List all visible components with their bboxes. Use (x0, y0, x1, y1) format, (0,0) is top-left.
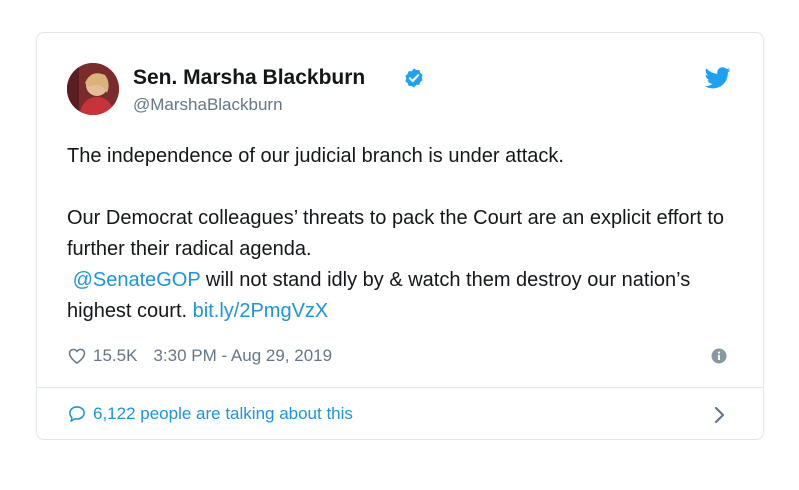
tweet-meta: 15.5K 3:30 PM - Aug 29, 2019 (67, 344, 332, 368)
tweet-line-1: The independence of our judicial branch … (67, 145, 564, 167)
timestamp[interactable]: 3:30 PM - Aug 29, 2019 (153, 346, 332, 366)
tweet-line-3: @SenateGOP will not stand idly by & watc… (67, 265, 737, 327)
author-avatar[interactable] (67, 63, 119, 115)
embedded-tweet-card[interactable]: Sen. Marsha Blackburn @MarshaBlackburn T… (36, 32, 764, 440)
verified-badge-icon (405, 68, 423, 88)
talking-count-text: 6,122 people are talking about this (93, 404, 353, 423)
speech-bubble-icon (69, 406, 85, 422)
author-name[interactable]: Sen. Marsha Blackburn (133, 66, 365, 90)
heart-icon[interactable] (67, 346, 87, 366)
short-url-link[interactable]: bit.ly/2PmgVzX (193, 300, 329, 322)
twitter-bird-icon[interactable] (705, 67, 731, 89)
mention-link[interactable]: @SenateGOP (73, 269, 201, 291)
footer-divider (37, 387, 763, 388)
info-icon[interactable] (711, 348, 727, 364)
chevron-right-icon[interactable] (713, 405, 727, 425)
tweet-line-2: Our Democrat colleagues’ threats to pack… (67, 207, 724, 260)
like-count[interactable]: 15.5K (93, 346, 137, 366)
tweet-text: The independence of our judicial branch … (67, 141, 737, 327)
author-handle[interactable]: @MarshaBlackburn (133, 95, 283, 115)
conversation-link[interactable]: 6,122 people are talking about this (67, 401, 353, 427)
